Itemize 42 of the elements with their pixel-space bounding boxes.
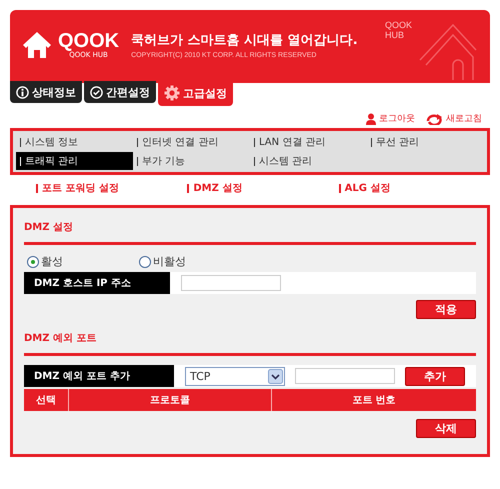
house-icon (22, 31, 52, 59)
delete-button[interactable]: 삭제 (416, 419, 476, 438)
deco-logo-text: QOOK HUB (384, 20, 412, 40)
menu-item[interactable]: 인터넷 연결 관리 (133, 133, 250, 151)
protocol-dropdown[interactable]: TCP (185, 366, 285, 386)
nav-tab[interactable]: 상태정보 (10, 81, 82, 103)
logo: QOOK (58, 31, 120, 51)
section-title: DMZ 설정 (24, 220, 476, 245)
field-label: DMZ 호스트 IP 주소 (24, 272, 170, 294)
radio-button[interactable] (27, 256, 39, 268)
info-icon (16, 86, 29, 98)
slogan: 쿡허브가 스마트홈 시대를 열어갑니다. (131, 32, 359, 49)
header-link[interactable]: 새로고침 (425, 112, 482, 125)
column-header: 프로토콜 (68, 389, 271, 411)
subnav-link[interactable]: 포트 포워딩 설정 (36, 181, 188, 195)
header-link[interactable]: 로그아웃 (366, 112, 415, 125)
radio-button[interactable] (139, 256, 151, 268)
nav-tab[interactable]: 고급설정 (158, 80, 233, 106)
check-icon (90, 86, 103, 98)
section-title: DMZ 예외 포트 (24, 331, 476, 356)
menu-item[interactable]: LAN 연결 관리 (250, 133, 367, 151)
radio-label: 활성 (41, 254, 63, 269)
menu-item[interactable]: 부가 기능 (133, 152, 250, 170)
menu-item[interactable]: 트래픽 관리 (16, 152, 133, 170)
add-button[interactable]: 추가 (405, 366, 465, 386)
column-header: 포트 번호 (271, 389, 476, 411)
subnav-link[interactable]: DMZ 설정 (187, 181, 339, 195)
menu-item[interactable]: 무선 관리 (367, 133, 484, 151)
subnav-link[interactable]: ALG 설정 (338, 181, 490, 195)
column-header: 선택 (35, 394, 57, 408)
person-icon (366, 112, 376, 124)
field-label: DMZ 예외 포트 추가 (24, 365, 174, 387)
port-input-field[interactable] (295, 368, 395, 384)
gear-icon (164, 85, 180, 101)
caret-icon (268, 368, 283, 384)
menu-item[interactable]: 시스템 관리 (250, 152, 367, 170)
apply-button[interactable]: 적용 (416, 300, 476, 319)
refresh-icon (425, 112, 443, 124)
nav-tab[interactable]: 간편설정 (84, 81, 156, 103)
menu-item[interactable]: 시스템 정보 (16, 133, 133, 151)
ip-input-field[interactable] (181, 275, 281, 291)
radio-label: 비활성 (153, 254, 186, 269)
